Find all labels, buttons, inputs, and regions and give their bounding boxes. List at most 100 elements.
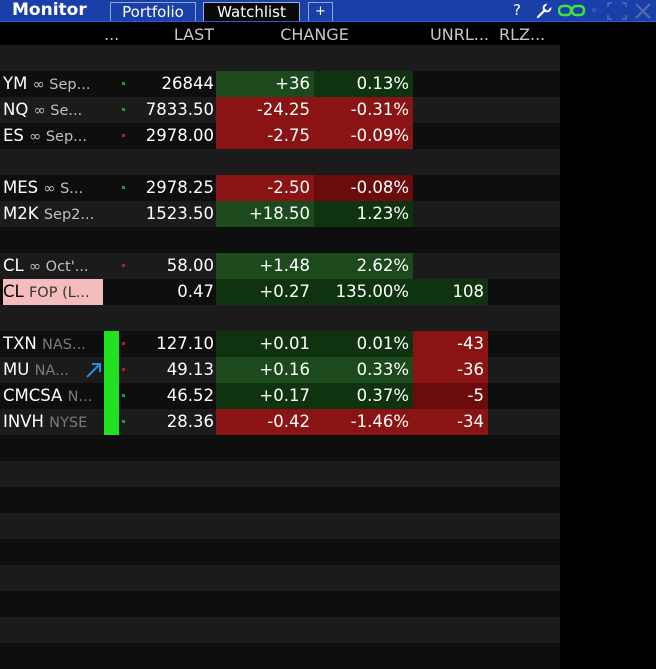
last-cell[interactable]: 1523.50 [130, 201, 214, 227]
last-cell[interactable]: 0.47 [130, 279, 214, 305]
add-tab-button[interactable]: + [308, 2, 333, 21]
table-row[interactable]: CL ∞ Oct'... 58.00 +1.48 2.62% [0, 253, 560, 279]
last-cell[interactable]: 127.10 [130, 331, 214, 357]
unrealized-pnl-cell[interactable] [413, 71, 488, 97]
link-icon[interactable] [557, 0, 588, 21]
symbol-detail: ∞ Sep... [32, 77, 91, 93]
table-row[interactable]: YM ∞ Sep... 26844 +36 0.13% [0, 71, 560, 97]
float-icon[interactable] [606, 0, 628, 21]
empty-row [0, 461, 560, 487]
change-percent-cell[interactable]: 2.62% [314, 253, 413, 279]
change-percent-cell[interactable]: -0.09% [314, 123, 413, 149]
symbol-detail: ∞ Sep... [29, 129, 88, 145]
symbol-cell[interactable]: M2K Sep2... [3, 201, 103, 227]
table-row[interactable]: MES ∞ S... 2978.25 -2.50 -0.08% [0, 175, 560, 201]
status-dot [122, 134, 125, 137]
symbol-cell[interactable]: ES ∞ Sep... [3, 123, 103, 149]
symbol-detail: ∞ Se... [33, 103, 83, 119]
window-titlebar: Monitor Portfolio Watchlist + ? ▾ [0, 0, 656, 22]
change-cell[interactable]: -2.50 [216, 175, 314, 201]
last-cell[interactable]: 7833.50 [130, 97, 214, 123]
symbol-cell[interactable]: CMCSA N... [3, 383, 103, 409]
change-cell[interactable]: +0.01 [216, 331, 314, 357]
last-cell[interactable]: 2978.00 [130, 123, 214, 149]
symbol-cell[interactable]: TXN NAS... [3, 331, 103, 357]
symbol-cell[interactable]: YM ∞ Sep... [3, 71, 103, 97]
symbol-cell[interactable]: NQ ∞ Se... [3, 97, 103, 123]
tab-portfolio[interactable]: Portfolio [110, 2, 196, 21]
close-icon[interactable] [632, 0, 654, 21]
empty-row [0, 149, 560, 175]
symbol-cell[interactable]: CL FOP (L... [3, 279, 103, 305]
change-percent-cell[interactable]: 1.23% [314, 201, 413, 227]
status-dot [122, 394, 125, 397]
change-cell[interactable]: -24.25 [216, 97, 314, 123]
status-dot [122, 108, 125, 111]
symbol-ticker: CMCSA [3, 386, 63, 405]
table-row[interactable]: M2K Sep2... 1523.50 +18.50 1.23% [0, 201, 560, 227]
change-percent-cell[interactable]: 0.01% [314, 331, 413, 357]
symbol-detail: ∞ S... [43, 181, 84, 197]
wrench-icon[interactable] [534, 0, 554, 21]
symbol-ticker: ES [3, 126, 24, 145]
table-row[interactable]: ES ∞ Sep... 2978.00 -2.75 -0.09% [0, 123, 560, 149]
change-cell[interactable]: +0.17 [216, 383, 314, 409]
table-row[interactable]: CL FOP (L... 0.47 +0.27 135.00% 108 [0, 279, 560, 305]
unrealized-pnl-cell[interactable]: -43 [413, 331, 488, 357]
change-percent-cell[interactable]: 0.37% [314, 383, 413, 409]
empty-row [0, 513, 560, 539]
last-cell[interactable]: 26844 [130, 71, 215, 97]
empty-row [0, 45, 560, 71]
symbol-ticker: INVH [3, 412, 44, 431]
unrealized-pnl-cell[interactable]: 108 [413, 279, 488, 305]
change-percent-cell[interactable]: 135.00% [314, 279, 413, 305]
change-percent-cell[interactable]: -0.31% [314, 97, 413, 123]
last-cell[interactable]: 28.36 [130, 409, 214, 435]
symbol-detail: Sep2... [43, 207, 95, 223]
help-icon[interactable]: ? [508, 0, 526, 21]
unrealized-pnl-cell[interactable] [413, 123, 488, 149]
change-percent-cell[interactable]: -1.46% [314, 409, 413, 435]
table-row[interactable]: NQ ∞ Se... 7833.50 -24.25 -0.31% [0, 97, 560, 123]
change-percent-cell[interactable]: 0.13% [314, 71, 413, 97]
change-cell[interactable]: +0.16 [216, 357, 314, 383]
status-dot [122, 342, 125, 345]
change-percent-cell[interactable]: 0.33% [314, 357, 413, 383]
unrealized-pnl-cell[interactable]: -5 [413, 383, 488, 409]
symbol-detail: N... [67, 389, 93, 405]
change-cell[interactable]: +36 [216, 71, 314, 97]
symbol-cell[interactable]: INVH NYSE [3, 409, 103, 435]
tab-watchlist[interactable]: Watchlist [203, 2, 300, 21]
empty-row [0, 435, 560, 461]
last-cell[interactable]: 49.13 [130, 357, 214, 383]
change-cell[interactable]: +18.50 [216, 201, 314, 227]
status-dot [122, 264, 125, 267]
unrealized-pnl-cell[interactable] [413, 97, 488, 123]
table-row[interactable]: TXN NAS... 127.10 +0.01 0.01% -43 [0, 331, 560, 357]
last-cell[interactable]: 2978.25 [130, 175, 214, 201]
table-row[interactable]: CMCSA N... 46.52 +0.17 0.37% -5 [0, 383, 560, 409]
chevron-down-icon[interactable]: ▾ [590, 0, 598, 21]
symbol-cell[interactable]: CL ∞ Oct'... [3, 253, 103, 279]
last-cell[interactable]: 58.00 [130, 253, 214, 279]
unrealized-pnl-cell[interactable]: -34 [413, 409, 488, 435]
symbol-ticker: TXN [3, 334, 37, 353]
change-percent-cell[interactable]: -0.08% [314, 175, 413, 201]
window-title: Monitor [12, 0, 87, 20]
unrealized-pnl-cell[interactable] [413, 253, 488, 279]
symbol-ticker: NQ [3, 100, 29, 119]
unrealized-pnl-cell[interactable]: -36 [413, 357, 488, 383]
table-row[interactable]: MU NA... 49.13 +0.16 0.33% -36 [0, 357, 560, 383]
position-indicator-bar [104, 331, 119, 435]
change-cell[interactable]: +1.48 [216, 253, 314, 279]
symbol-cell[interactable]: MES ∞ S... [3, 175, 103, 201]
change-cell[interactable]: -2.75 [216, 123, 314, 149]
table-row[interactable]: INVH NYSE 28.36 -0.42 -1.46% -34 [0, 409, 560, 435]
unrealized-pnl-cell[interactable] [413, 201, 488, 227]
change-cell[interactable]: +0.27 [216, 279, 314, 305]
empty-row [0, 643, 560, 669]
symbol-detail: NA... [34, 363, 69, 379]
last-cell[interactable]: 46.52 [130, 383, 214, 409]
change-cell[interactable]: -0.42 [216, 409, 314, 435]
unrealized-pnl-cell[interactable] [413, 175, 488, 201]
